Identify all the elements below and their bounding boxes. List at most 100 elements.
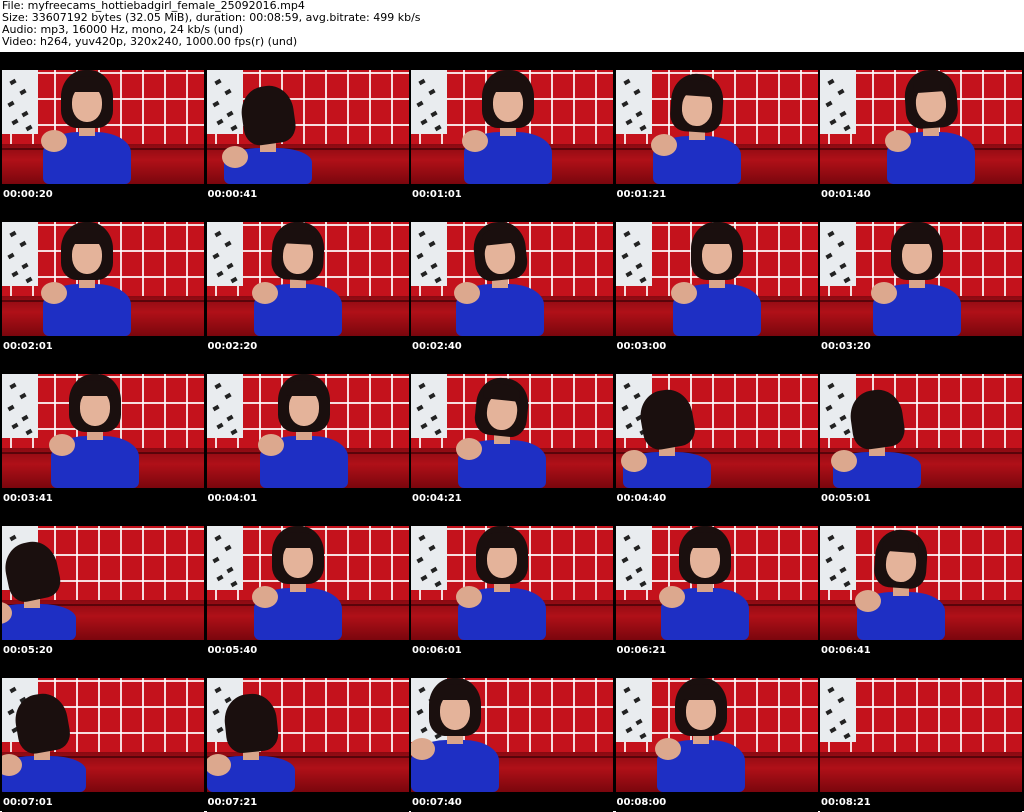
timestamp-label: 00:00:41 — [207, 189, 258, 200]
video-frame-image — [411, 374, 613, 488]
thumbnail-cell[interactable]: 00:00:41 — [206, 52, 409, 204]
video-frame-image — [411, 678, 613, 792]
video-frame-image — [820, 222, 1022, 336]
person-figure — [411, 70, 613, 184]
bangs — [899, 228, 935, 244]
shoulder — [855, 590, 881, 612]
shoulder — [257, 434, 284, 456]
thumbnail-cell[interactable]: 00:04:21 — [411, 356, 613, 508]
bangs — [69, 76, 105, 92]
timestamp-label: 00:02:01 — [3, 341, 53, 352]
video-frame-image — [411, 526, 613, 640]
thumbnail-cell[interactable]: 00:06:41 — [820, 508, 1022, 660]
person-figure — [2, 374, 204, 488]
butterfly-decal — [825, 708, 833, 716]
person-figure — [411, 678, 613, 792]
thumbnail-sheet: 00:00:20 00:00:41 00:01:01 00:01:21 00:01:40… — [0, 52, 1024, 812]
shoulder — [885, 130, 911, 152]
timestamp-label: 00:00:20 — [3, 189, 53, 200]
timestamp-label: 00:03:41 — [3, 493, 53, 504]
shoulder — [456, 586, 482, 608]
timestamp-label: 00:04:21 — [412, 493, 462, 504]
video-frame-image — [820, 678, 1022, 792]
shoulder — [41, 130, 67, 152]
thumbnail-cell[interactable]: 00:05:40 — [206, 508, 409, 660]
video-frame-image — [2, 222, 204, 336]
shoulder — [670, 282, 697, 304]
shoulder — [654, 738, 681, 760]
thumbnail-cell[interactable]: 00:01:21 — [615, 52, 818, 204]
thumbnail-cell[interactable]: 00:03:41 — [2, 356, 204, 508]
thumbnail-cell[interactable]: 00:07:40 — [411, 660, 613, 812]
thumbnail-cell[interactable]: 00:05:01 — [820, 356, 1022, 508]
timestamp-label: 00:06:41 — [821, 645, 871, 656]
shoulder — [251, 586, 278, 608]
video-frame-image — [820, 70, 1022, 184]
thumbnail-cell[interactable]: 00:06:01 — [411, 508, 613, 660]
thumbnail-cell[interactable]: 00:02:01 — [2, 204, 204, 356]
hair — [221, 691, 280, 755]
timestamp-label: 00:05:40 — [207, 645, 258, 656]
shoulder — [658, 586, 685, 608]
person-figure — [411, 526, 613, 640]
bangs — [437, 684, 473, 700]
thumbnail-cell[interactable]: 00:02:40 — [411, 204, 613, 356]
video-frame-image — [411, 222, 613, 336]
thumbnail-grid: 00:00:20 00:00:41 00:01:01 00:01:21 00:01:40… — [2, 52, 1022, 812]
shoulder — [456, 438, 482, 460]
shoulder — [251, 282, 278, 304]
thumbnail-cell[interactable]: 00:05:20 — [2, 508, 204, 660]
person-figure — [616, 222, 818, 336]
video-frame-image — [206, 222, 409, 336]
thumbnail-cell[interactable]: 00:04:40 — [615, 356, 818, 508]
butterfly-decal — [843, 732, 851, 740]
person-figure — [616, 70, 818, 184]
video-frame-image — [615, 678, 818, 792]
bangs — [69, 228, 105, 244]
thumbnail-cell[interactable]: 00:07:01 — [2, 660, 204, 812]
video-info-line: Video: h264, yuv420p, 320x240, 1000.00 f… — [2, 35, 298, 48]
bangs — [77, 380, 113, 396]
thumbnail-cell[interactable]: 00:06:21 — [615, 508, 818, 660]
bangs — [686, 532, 723, 548]
video-frame-image — [206, 526, 409, 640]
thumbnail-cell[interactable]: 00:07:21 — [206, 660, 409, 812]
video-frame-image — [2, 70, 204, 184]
timestamp-label: 00:06:01 — [412, 645, 462, 656]
person-figure — [820, 526, 1022, 640]
timestamp-label: 00:06:21 — [616, 645, 667, 656]
bangs — [490, 76, 526, 92]
video-frame-image — [2, 526, 204, 640]
butterfly-decal — [837, 696, 845, 704]
thumbnail-cell[interactable]: 00:08:21 — [820, 660, 1022, 812]
video-frame-image — [615, 222, 818, 336]
shoulder — [41, 282, 67, 304]
timestamp-label: 00:07:21 — [207, 797, 258, 808]
timestamp-label: 00:08:00 — [616, 797, 667, 808]
timestamp-label: 00:01:21 — [616, 189, 667, 200]
thumbnail-cell[interactable]: 00:01:01 — [411, 52, 613, 204]
person-figure — [207, 526, 409, 640]
timestamp-label: 00:05:20 — [3, 645, 53, 656]
thumbnail-cell[interactable]: 00:01:40 — [820, 52, 1022, 204]
person-figure — [2, 526, 204, 640]
thumbnail-cell[interactable]: 00:04:01 — [206, 356, 409, 508]
video-frame-image — [615, 70, 818, 184]
thumbnail-cell[interactable]: 00:00:20 — [2, 52, 204, 204]
thumbnail-cell[interactable]: 00:02:20 — [206, 204, 409, 356]
video-frame-image — [615, 526, 818, 640]
bangs — [484, 532, 520, 548]
thumbnail-cell[interactable]: 00:03:20 — [820, 204, 1022, 356]
hair — [847, 386, 907, 452]
timestamp-label: 00:04:40 — [616, 493, 667, 504]
hair — [11, 689, 73, 757]
butterfly-decal — [827, 686, 835, 694]
shoulder — [49, 434, 75, 456]
person-figure — [820, 374, 1022, 488]
thumbnail-cell[interactable]: 00:08:00 — [615, 660, 818, 812]
timestamp-label: 00:07:01 — [3, 797, 53, 808]
thumbnail-cell[interactable]: 00:03:00 — [615, 204, 818, 356]
person-figure — [820, 70, 1022, 184]
shoulder — [831, 450, 857, 472]
timestamp-label: 00:07:40 — [412, 797, 462, 808]
